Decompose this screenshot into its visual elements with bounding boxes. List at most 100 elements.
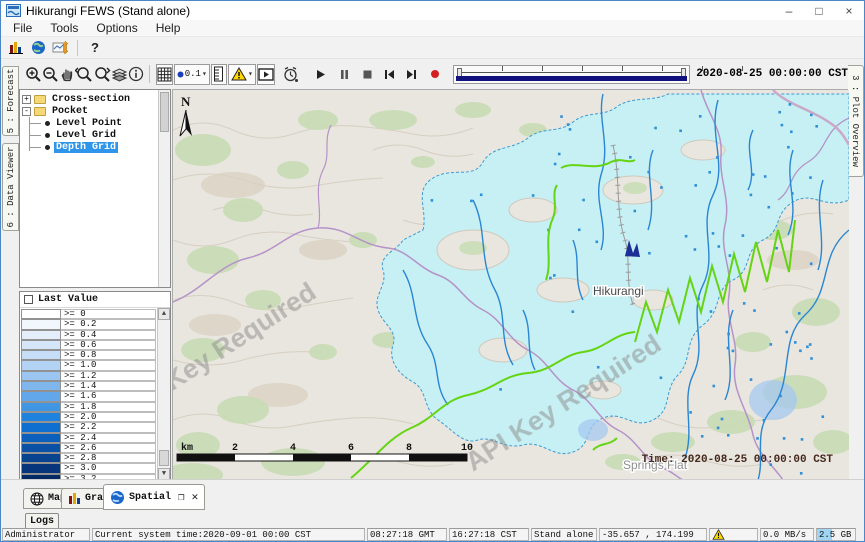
legend-row: >= 1.0 (21, 360, 156, 370)
menu-help[interactable]: Help (147, 20, 190, 36)
zoom-previous-button[interactable] (75, 64, 93, 85)
skip-end-icon (406, 69, 417, 80)
info-button[interactable] (128, 64, 144, 85)
play-button[interactable] (313, 64, 329, 85)
tree-expander-icon[interactable]: - (22, 107, 31, 116)
svg-text:10: 10 (461, 443, 473, 454)
zoom-previous-icon (75, 66, 93, 83)
layers-button[interactable] (111, 64, 128, 85)
dot-icon (177, 71, 184, 78)
status-text: Stand alone (534, 530, 593, 540)
map-view[interactable]: API Key Required API Key Required Hikura… (172, 89, 848, 479)
tree-item-label[interactable]: Cross-section (50, 94, 132, 105)
scroll-up-icon[interactable]: ▲ (158, 308, 170, 320)
status-bar: Administrator Current system time:2020-09… (1, 528, 864, 541)
zoom-out-button[interactable] (42, 64, 59, 85)
zoom-next-icon (93, 66, 111, 83)
legend-label: >= 0.6 (61, 340, 156, 350)
legend-label: >= 2.2 (61, 422, 156, 432)
legend-scroll-thumb[interactable] (159, 450, 169, 466)
svg-text:N: N (181, 94, 191, 109)
chevron-down-icon: ▾ (248, 69, 253, 79)
legend-swatch (21, 433, 61, 443)
tree-item-label[interactable]: Level Grid (54, 130, 118, 141)
step-back-button[interactable] (382, 64, 398, 85)
svg-text:4: 4 (290, 443, 296, 454)
legend-swatch (21, 309, 61, 319)
timeline-range-bar[interactable] (456, 76, 688, 81)
record-button[interactable] (427, 64, 443, 85)
legend-scrollbar[interactable]: ▲ ▼ (157, 308, 170, 480)
menu-tools[interactable]: Tools (41, 20, 87, 36)
step-forward-button[interactable] (403, 64, 419, 85)
tab-spatial[interactable]: Spatial ❐ ✕ (103, 484, 205, 510)
tree-item-depth-grid[interactable]: Depth Grid (22, 141, 156, 153)
menu-bar: FileToolsOptionsHelp (1, 20, 864, 37)
zoom-out-icon (42, 66, 59, 83)
tree-item-label[interactable]: Level Point (54, 118, 124, 129)
skip-start-icon (384, 69, 395, 80)
svg-text:km: km (181, 442, 193, 454)
map-canvas: API Key Required API Key Required Hikura… (173, 90, 849, 480)
zoom-next-button[interactable] (93, 64, 111, 85)
thresholds-dropdown[interactable]: ▾ (228, 64, 256, 85)
status-cell-0: Administrator (2, 528, 90, 541)
help-button[interactable]: ? (84, 38, 106, 58)
globe-icon (31, 40, 46, 55)
timeline-ruler (462, 72, 682, 73)
tree-expander-icon[interactable]: + (22, 95, 31, 104)
info-icon (128, 66, 144, 82)
animation-settings-button[interactable] (282, 64, 299, 85)
dot-size-dropdown[interactable]: 0.1 ▾ (174, 64, 210, 85)
menu-file[interactable]: File (4, 20, 41, 36)
tab-plot-overview[interactable]: 3 : Plot Overview (847, 65, 864, 177)
timeline-slider[interactable] (453, 65, 691, 84)
app-logo-icon (6, 4, 21, 17)
legend-swatch (21, 443, 61, 453)
tree-scrollbar[interactable] (158, 90, 170, 287)
timeseries-button[interactable] (49, 38, 71, 58)
status-text: 2.5 GB (819, 530, 851, 540)
legend-label: >= 0 (61, 309, 156, 319)
movie-button[interactable] (257, 64, 275, 85)
last-value-label: Last Value (38, 294, 98, 305)
scale-ruler-button[interactable] (211, 64, 227, 85)
warning-icon (712, 529, 725, 540)
legend-row: >= 0.2 (21, 319, 156, 329)
pause-icon (340, 69, 349, 80)
layers-icon (111, 67, 128, 82)
tree-item-cross-section[interactable]: + Cross-section (22, 93, 156, 105)
statistics-button[interactable] (5, 38, 27, 58)
maximize-button[interactable]: □ (804, 1, 834, 20)
last-value-checkbox[interactable] (24, 295, 33, 304)
legend-row: >= 3.0 (21, 463, 156, 473)
tree-item-level-grid[interactable]: Level Grid (22, 129, 156, 141)
tree-item-label[interactable]: Pocket (50, 106, 90, 117)
menu-options[interactable]: Options (87, 20, 146, 36)
tree-item-pocket[interactable]: - Pocket (22, 105, 156, 117)
tree-item-level-point[interactable]: Level Point (22, 117, 156, 129)
tree-item-label[interactable]: Depth Grid (54, 142, 118, 153)
tab-restore-icon[interactable]: ❐ (178, 490, 185, 504)
legend-row: >= 0 (21, 309, 156, 319)
tab-data-viewer[interactable]: 6 : Data Viewer (2, 143, 19, 231)
tab-close-icon[interactable]: ✕ (192, 490, 199, 504)
status-text: Current system time:2020-09-01 00:00 CST (95, 530, 311, 540)
close-button[interactable]: × (834, 1, 864, 20)
legend-swatch (21, 371, 61, 381)
status-cell-5: -35.657 , 174.199 (599, 528, 707, 541)
legend-swatch (21, 381, 61, 391)
pan-button[interactable] (59, 64, 75, 85)
legend-label: >= 1.8 (61, 402, 156, 412)
legend-row: >= 2.4 (21, 433, 156, 443)
grid-display-button[interactable] (156, 64, 173, 85)
pause-button[interactable] (336, 64, 352, 85)
minimize-button[interactable]: – (774, 1, 804, 20)
legend-swatch (21, 330, 61, 340)
tab-forecast[interactable]: 5 : Forecast (2, 66, 19, 136)
svg-text:2: 2 (232, 443, 238, 454)
stop-button[interactable] (360, 64, 376, 85)
map-display-button[interactable] (27, 38, 49, 58)
zoom-in-button[interactable] (25, 64, 42, 85)
status-text: Administrator (5, 530, 75, 540)
